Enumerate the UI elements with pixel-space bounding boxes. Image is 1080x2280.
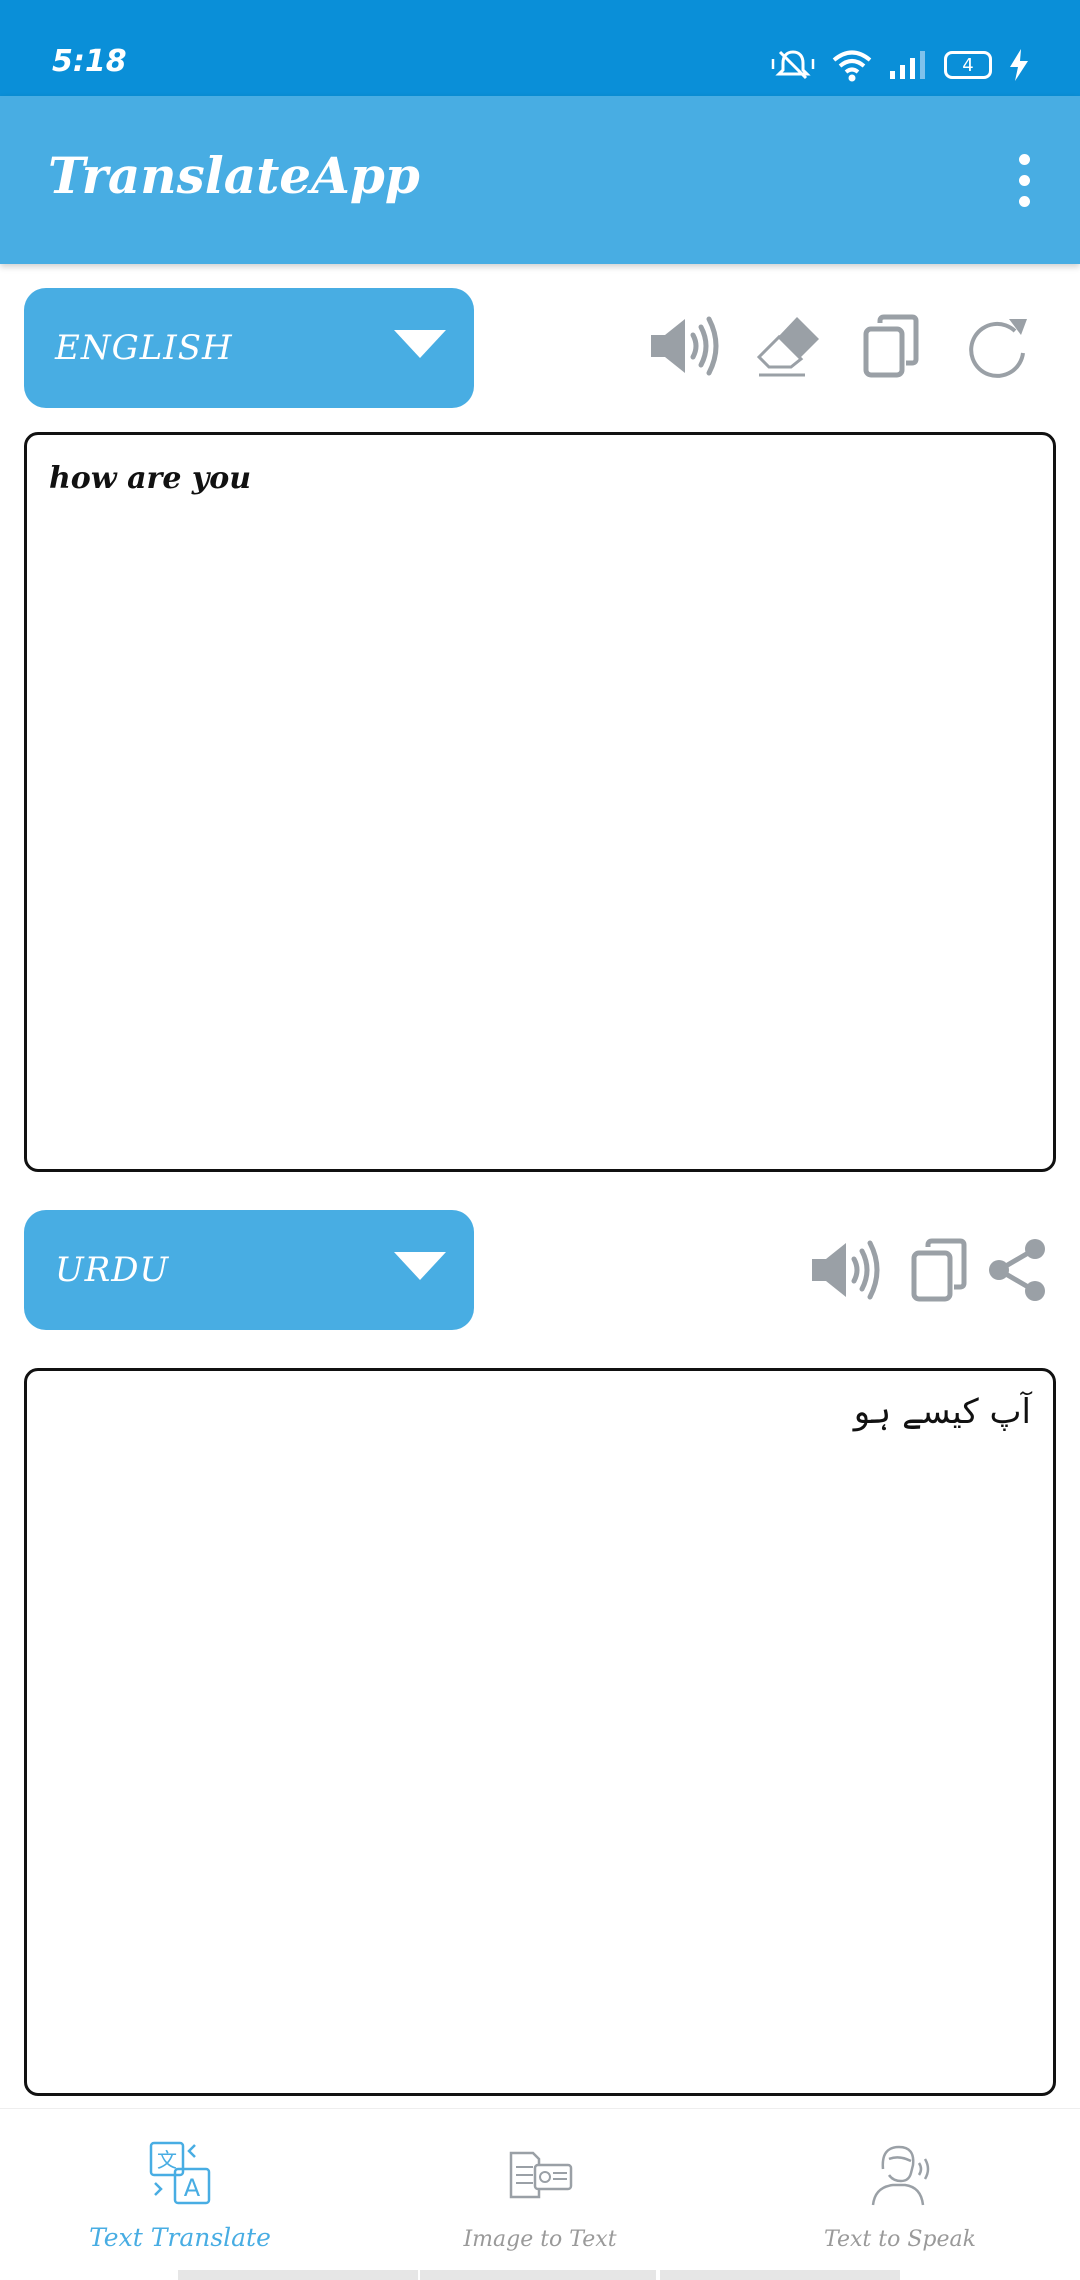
status-icons: 4 [770,46,1030,84]
mute-vibrate-icon [770,48,816,82]
svg-text:文: 文 [157,2148,177,2172]
nav-text-translate[interactable]: 文 A Text Translate [0,2109,360,2269]
target-text-output: آپ کیسے ہو [24,1368,1056,2096]
battery-icon: 4 [944,51,992,79]
source-language-label: ENGLISH [55,328,233,368]
target-language-dropdown[interactable]: URDU [24,1210,474,1330]
copy-icon [863,314,919,378]
signal-icon [888,49,928,81]
more-dot-icon [1018,153,1030,165]
nav-image-to-text[interactable]: Image to Text [360,2109,720,2269]
target-language-label: URDU [55,1250,170,1290]
more-dot-icon [1018,195,1030,207]
nav-label-image-to-text: Image to Text [463,2227,617,2252]
target-copy-button[interactable] [900,1230,980,1310]
speaker-icon [812,1240,880,1300]
copy-icon [911,1238,967,1302]
eraser-icon [756,317,819,377]
app-bar: TranslateApp [0,96,1080,264]
nav-label-text-translate: Text Translate [89,2223,271,2252]
text-to-speak-icon [871,2145,930,2206]
more-dot-icon [1018,174,1030,186]
share-icon [989,1239,1045,1301]
chevron-down-icon [394,330,446,358]
more-options-button[interactable] [1002,148,1046,212]
nav-indicator [178,2270,418,2280]
bottom-navigation: 文 A Text Translate Image to Text Text to… [0,2108,1080,2280]
target-share-button[interactable] [978,1230,1058,1310]
source-language-dropdown[interactable]: ENGLISH [24,288,474,408]
chevron-down-icon [394,1252,446,1280]
nav-text-to-speak[interactable]: Text to Speak [720,2109,1080,2269]
refresh-icon [969,319,1027,378]
app-title: TranslateApp [48,146,420,205]
nav-indicator [660,2270,900,2280]
wifi-icon [832,48,872,82]
source-refresh-button[interactable] [958,306,1038,386]
source-speaker-button[interactable] [645,306,725,386]
source-clear-button[interactable] [750,306,830,386]
image-to-text-icon [509,2151,573,2199]
source-text-input[interactable]: how are you [24,432,1056,1172]
translate-icon: 文 A [149,2141,211,2205]
status-time: 5:18 [52,44,127,79]
source-copy-button[interactable] [852,306,932,386]
nav-indicator [420,2270,656,2280]
target-text: آپ کیسے ہو [853,1392,1031,1432]
nav-label-text-to-speak: Text to Speak [824,2227,976,2252]
target-speaker-button[interactable] [806,1230,886,1310]
svg-text:A: A [184,2174,201,2202]
status-bar: 5:18 4 [0,0,1080,96]
source-text: how are you [49,461,252,496]
charging-icon [1008,48,1030,82]
speaker-icon [651,316,719,376]
